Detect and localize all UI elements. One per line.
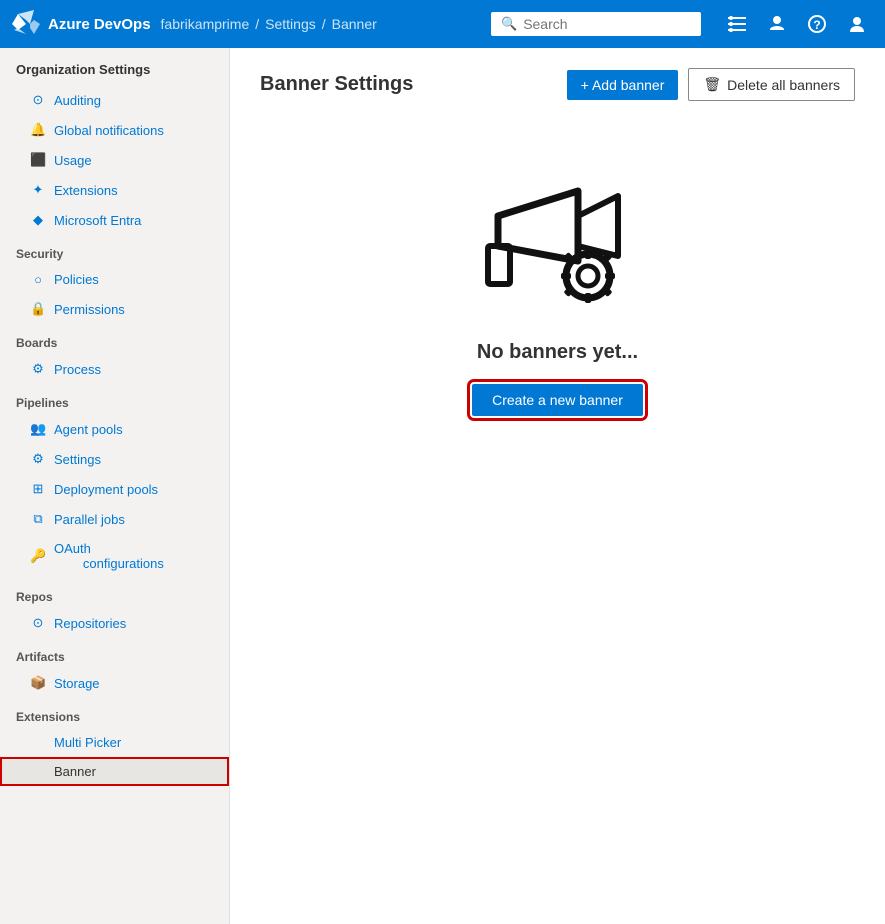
breadcrumb-sep2: /	[322, 16, 326, 32]
repos-section-title: Repos	[0, 578, 229, 608]
storage-icon: 📦	[30, 675, 46, 691]
breadcrumb: fabrikamprime / Settings / Banner	[161, 16, 377, 32]
help-icon[interactable]: ?	[801, 8, 833, 40]
top-navigation: Azure DevOps fabrikamprime / Settings / …	[0, 0, 885, 48]
sidebar-item-deployment-pools[interactable]: ⊞ Deployment pools	[0, 474, 229, 504]
create-new-banner-button[interactable]: Create a new banner	[472, 384, 643, 416]
svg-text:?: ?	[813, 18, 820, 32]
repositories-icon: ⊙	[30, 615, 46, 631]
sidebar-item-permissions-label: Permissions	[54, 302, 125, 317]
sidebar-item-permissions[interactable]: 🔒 Permissions	[0, 294, 229, 324]
sidebar-item-repositories-label: Repositories	[54, 616, 126, 631]
sidebar-item-pipeline-settings-label: Settings	[54, 452, 101, 467]
empty-state-text: No banners yet...	[477, 341, 638, 364]
sidebar-section-security: Security ○ Policies 🔒 Permissions	[0, 235, 229, 324]
sidebar-item-storage-label: Storage	[54, 676, 100, 691]
breadcrumb-sep1: /	[255, 16, 259, 32]
permissions-icon: 🔒	[30, 301, 46, 317]
breadcrumb-page: Banner	[332, 16, 377, 32]
sidebar-item-storage[interactable]: 📦 Storage	[0, 668, 229, 698]
topnav-actions: ?	[721, 8, 873, 40]
empty-state: No banners yet... Create a new banner	[260, 181, 855, 416]
sidebar-section-artifacts: Artifacts 📦 Storage	[0, 638, 229, 698]
content-area: Banner Settings + Add banner 🗑 Delete al…	[230, 48, 885, 924]
sidebar: Organization Settings ⊙ Auditing 🔔 Globa…	[0, 48, 230, 924]
sidebar-item-multi-picker[interactable]: Multi Picker	[0, 728, 229, 757]
sidebar-section-general: ⊙ Auditing 🔔 Global notifications ⬛ Usag…	[0, 85, 229, 235]
search-box[interactable]: 🔍	[491, 12, 701, 36]
trash-icon: 🗑	[703, 76, 721, 93]
badge-icon[interactable]	[761, 8, 793, 40]
user-icon[interactable]	[841, 8, 873, 40]
page-title: Banner Settings	[260, 73, 413, 96]
sidebar-item-oauth-configurations[interactable]: 🔑 OAuth configurations	[0, 534, 229, 578]
microsoft-entra-icon: ◆	[30, 212, 46, 228]
sidebar-item-repositories[interactable]: ⊙ Repositories	[0, 608, 229, 638]
sidebar-item-usage-label: Usage	[54, 153, 92, 168]
pipelines-section-title: Pipelines	[0, 384, 229, 414]
sidebar-section-boards: Boards ⚙ Process	[0, 324, 229, 384]
sidebar-section-pipelines: Pipelines 👥 Agent pools ⚙ Settings ⊞ Dep…	[0, 384, 229, 578]
search-icon: 🔍	[501, 16, 517, 32]
parallel-jobs-icon: ⧉	[30, 511, 46, 527]
sidebar-item-banner[interactable]: Banner	[0, 757, 229, 786]
content-actions: + Add banner 🗑 Delete all banners	[567, 68, 855, 101]
sidebar-item-agent-pools[interactable]: 👥 Agent pools	[0, 414, 229, 444]
extensions-bottom-section-title: Extensions	[0, 698, 229, 728]
app-logo[interactable]: Azure DevOps	[12, 10, 151, 38]
sidebar-item-deployment-pools-label: Deployment pools	[54, 482, 158, 497]
agent-pools-icon: 👥	[30, 421, 46, 437]
sidebar-section-repos: Repos ⊙ Repositories	[0, 578, 229, 638]
sidebar-section-extensions-bottom: Extensions Multi Picker Banner	[0, 698, 229, 786]
sidebar-item-global-notifications[interactable]: 🔔 Global notifications	[0, 115, 229, 145]
global-notifications-icon: 🔔	[30, 122, 46, 138]
sidebar-item-microsoft-entra-label: Microsoft Entra	[54, 213, 141, 228]
sidebar-item-global-notifications-label: Global notifications	[54, 123, 164, 138]
breadcrumb-section: Settings	[265, 16, 316, 32]
sidebar-item-extensions-top[interactable]: ✦ Extensions	[0, 175, 229, 205]
sidebar-item-process-label: Process	[54, 362, 101, 377]
sidebar-item-microsoft-entra[interactable]: ◆ Microsoft Entra	[0, 205, 229, 235]
auditing-icon: ⊙	[30, 92, 46, 108]
sidebar-item-agent-pools-label: Agent pools	[54, 422, 123, 437]
process-icon: ⚙	[30, 361, 46, 377]
add-banner-button[interactable]: + Add banner	[567, 70, 679, 100]
sidebar-item-process[interactable]: ⚙ Process	[0, 354, 229, 384]
sidebar-item-pipeline-settings[interactable]: ⚙ Settings	[0, 444, 229, 474]
sidebar-item-parallel-jobs[interactable]: ⧉ Parallel jobs	[0, 504, 229, 534]
sidebar-header: Organization Settings	[0, 48, 229, 85]
list-icon[interactable]	[721, 8, 753, 40]
sidebar-item-extensions-top-label: Extensions	[54, 183, 118, 198]
usage-icon: ⬛	[30, 152, 46, 168]
sidebar-item-policies[interactable]: ○ Policies	[0, 265, 229, 294]
extensions-top-icon: ✦	[30, 182, 46, 198]
delete-all-banners-button[interactable]: 🗑 Delete all banners	[688, 68, 855, 101]
sidebar-item-auditing[interactable]: ⊙ Auditing	[0, 85, 229, 115]
empty-state-illustration	[478, 181, 638, 321]
app-name: Azure DevOps	[48, 16, 151, 33]
policies-icon: ○	[30, 272, 46, 287]
sidebar-item-multi-picker-label: Multi Picker	[54, 735, 121, 750]
content-header: Banner Settings + Add banner 🗑 Delete al…	[260, 68, 855, 101]
boards-section-title: Boards	[0, 324, 229, 354]
main-layout: Organization Settings ⊙ Auditing 🔔 Globa…	[0, 48, 885, 924]
breadcrumb-org: fabrikamprime	[161, 16, 250, 32]
sidebar-item-auditing-label: Auditing	[54, 93, 101, 108]
oauth-icon: 🔑	[30, 548, 46, 564]
sidebar-item-banner-label: Banner	[54, 764, 96, 779]
sidebar-item-parallel-jobs-label: Parallel jobs	[54, 512, 125, 527]
sidebar-item-oauth-configurations-label: OAuth configurations	[54, 541, 164, 571]
pipeline-settings-icon: ⚙	[30, 451, 46, 467]
search-input[interactable]	[523, 16, 691, 32]
sidebar-item-usage[interactable]: ⬛ Usage	[0, 145, 229, 175]
sidebar-item-policies-label: Policies	[54, 272, 99, 287]
deployment-pools-icon: ⊞	[30, 481, 46, 497]
artifacts-section-title: Artifacts	[0, 638, 229, 668]
security-section-title: Security	[0, 235, 229, 265]
